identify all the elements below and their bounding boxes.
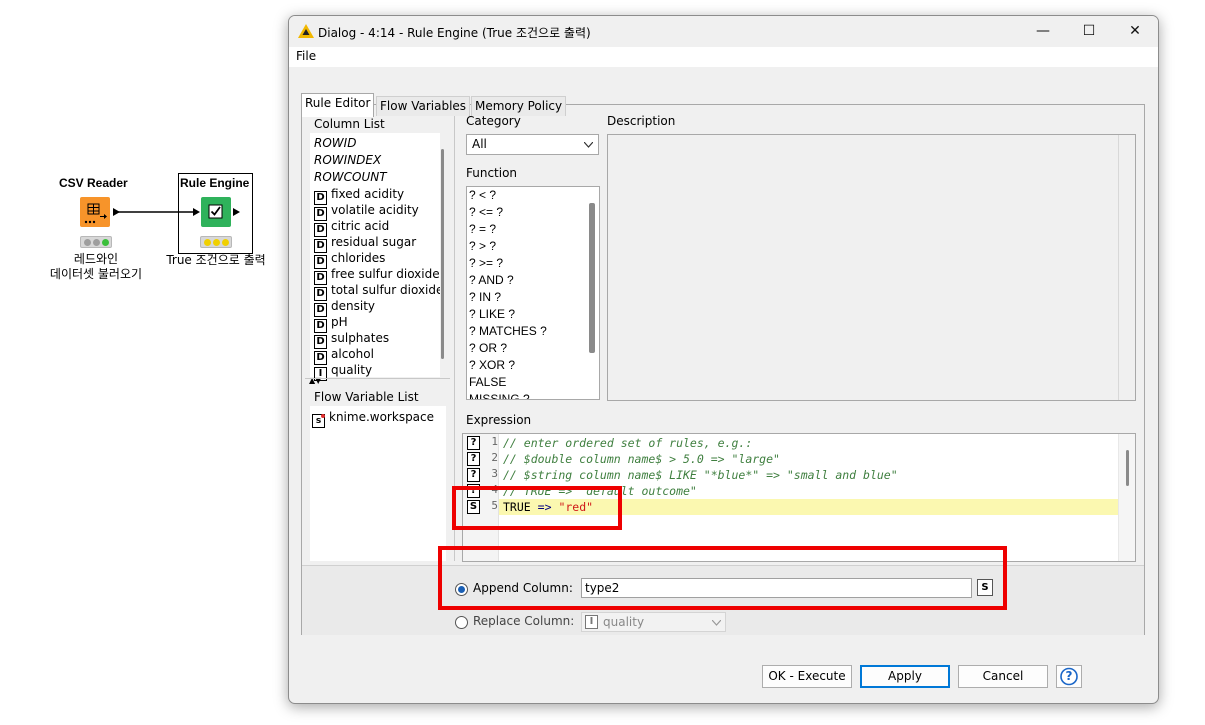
tab-memory-policy[interactable]: Memory Policy xyxy=(471,96,567,116)
question-rule-icon: ? xyxy=(467,452,480,466)
csv-reader-status-lights xyxy=(80,236,112,248)
function-item[interactable]: ? OR ? xyxy=(469,340,507,357)
code-comment: // enter ordered set of rules, e.g.: xyxy=(503,436,753,450)
function-item[interactable]: ? > ? xyxy=(469,238,496,255)
title-bar[interactable]: Dialog - 4:14 - Rule Engine (True 조건으로 출… xyxy=(289,16,1158,47)
rule-engine-output-port[interactable] xyxy=(233,208,240,216)
maximize-button[interactable]: ☐ xyxy=(1066,16,1112,47)
code-line[interactable]: // $double column name$ > 5.0 => "large" xyxy=(503,451,780,467)
checkbox-rule-icon xyxy=(208,204,223,219)
description-area xyxy=(607,134,1136,401)
list-item-rowindex[interactable]: ROWINDEX xyxy=(314,152,381,168)
menu-file[interactable]: File xyxy=(296,49,316,63)
code-line[interactable]: // enter ordered set of rules, e.g.: xyxy=(503,435,752,451)
question-rule-icon: ? xyxy=(467,468,480,482)
flow-variable-list[interactable]: s knime.workspace xyxy=(310,406,446,561)
column-item[interactable]: Ddensity xyxy=(314,298,375,317)
column-item[interactable]: Dchlorides xyxy=(314,250,385,269)
function-list[interactable]: ? < ?? <= ?? = ?? > ?? >= ?? AND ?? IN ?… xyxy=(466,186,600,400)
function-item[interactable]: ? < ? xyxy=(469,187,496,204)
function-list-scroll-thumb[interactable] xyxy=(589,203,595,353)
column-item[interactable]: DpH xyxy=(314,314,348,333)
flow-variable-list-label: Flow Variable List xyxy=(314,390,419,404)
close-button[interactable]: ✕ xyxy=(1112,16,1158,47)
csv-reader-node[interactable] xyxy=(80,197,110,227)
replace-column-label: Replace Column: xyxy=(473,614,575,628)
function-item[interactable]: FALSE xyxy=(469,374,506,391)
function-item[interactable]: MISSING ? xyxy=(469,391,530,399)
replace-column-radio[interactable] xyxy=(455,616,468,629)
desktop: CSV Reader 레드와인 데이터셋 불러오기 Rule Engine Tr… xyxy=(0,0,1205,725)
column-item[interactable]: Dsulphates xyxy=(314,330,389,349)
rule-engine-status-lights xyxy=(200,236,232,248)
column-item[interactable]: Iquality xyxy=(314,362,372,381)
code-line[interactable]: // $string column name$ LIKE "*blue*" =>… xyxy=(503,467,898,483)
function-item[interactable]: ? AND ? xyxy=(469,272,514,289)
rule-engine-label[interactable]: True 조건으로 출력 xyxy=(158,253,274,268)
cancel-button[interactable]: Cancel xyxy=(958,665,1048,688)
annotation-box-rule xyxy=(452,486,622,530)
apply-button[interactable]: Apply xyxy=(860,665,950,688)
annotation-box-append-column xyxy=(438,546,1007,610)
code-comment: // $string column name$ LIKE "*blue*" =>… xyxy=(503,468,898,482)
category-select[interactable]: All xyxy=(466,134,599,155)
column-item[interactable]: Dtotal sulfur dioxide xyxy=(314,282,443,301)
line-number: 1 xyxy=(491,435,498,448)
code-comment: // $double column name$ > 5.0 => "large" xyxy=(503,452,780,466)
rule-engine-node[interactable] xyxy=(201,197,231,227)
chevron-down-icon xyxy=(584,142,593,148)
function-label: Function xyxy=(466,166,518,180)
description-label: Description xyxy=(607,114,676,128)
string-flow-variable-icon: s xyxy=(312,414,325,428)
column-item[interactable]: Dvolatile acidity xyxy=(314,202,419,221)
expression-label: Expression xyxy=(466,413,532,427)
tab-rule-editor[interactable]: Rule Editor xyxy=(301,93,375,117)
column-item[interactable]: Dalcohol xyxy=(314,346,374,365)
column-item[interactable]: Dcitric acid xyxy=(314,218,389,237)
function-item[interactable]: ? LIKE ? xyxy=(469,306,515,323)
csv-reader-label[interactable]: 레드와인 데이터셋 불러오기 xyxy=(40,252,152,282)
rule-engine-dialog: Dialog - 4:14 - Rule Engine (True 조건으로 출… xyxy=(288,15,1159,704)
function-list-scrollbar[interactable] xyxy=(587,187,599,399)
function-item[interactable]: ? <= ? xyxy=(469,204,503,221)
integer-type-icon: I xyxy=(585,615,598,629)
function-item[interactable]: ? >= ? xyxy=(469,255,503,272)
dialog-title: Dialog - 4:14 - Rule Engine (True 조건으로 출… xyxy=(318,26,591,40)
replace-column-select[interactable]: I quality xyxy=(581,612,726,632)
category-label: Category xyxy=(466,114,521,128)
editor-scroll-thumb[interactable] xyxy=(1126,450,1129,486)
tab-flow-variables[interactable]: Flow Variables xyxy=(376,96,471,116)
column-list[interactable]: ROWID ROWINDEX ROWCOUNT Dfixed acidity Dv… xyxy=(310,133,445,381)
editor-scrollbar[interactable] xyxy=(1118,434,1135,561)
ok-execute-button[interactable]: OK - Execute xyxy=(762,665,852,688)
menu-bar: File xyxy=(289,47,1158,67)
list-item-rowcount[interactable]: ROWCOUNT xyxy=(314,169,387,185)
column-list-label: Column List xyxy=(314,117,385,131)
column-item[interactable]: Dresidual sugar xyxy=(314,234,416,253)
function-item[interactable]: ? = ? xyxy=(469,221,496,238)
list-item-rowid[interactable]: ROWID xyxy=(314,135,356,151)
minimize-button[interactable]: — xyxy=(1020,16,1066,47)
column-list-section: Column List ROWID ROWINDEX ROWCOUNT Dfix… xyxy=(305,108,450,385)
line-number: 2 xyxy=(491,451,498,464)
table-icon xyxy=(84,203,107,224)
function-item[interactable]: ? IN ? xyxy=(469,289,501,306)
rule-engine-title: Rule Engine xyxy=(180,176,250,190)
column-item[interactable]: Dfree sulfur dioxide xyxy=(314,266,440,285)
csv-reader-title: CSV Reader xyxy=(59,176,128,190)
function-item[interactable]: ? XOR ? xyxy=(469,357,515,374)
question-rule-icon: ? xyxy=(467,436,480,450)
chevron-down-icon xyxy=(712,620,721,626)
column-item[interactable]: Dfixed acidity xyxy=(314,186,404,205)
function-item[interactable]: ? MATCHES ? xyxy=(469,323,547,340)
list-item-flow-variable[interactable]: s knime.workspace xyxy=(312,409,434,428)
column-list-scrollbar[interactable] xyxy=(440,133,445,377)
flow-variable-section: Flow Variable List s knime.workspace xyxy=(305,378,450,561)
column-list-scroll-thumb[interactable] xyxy=(441,149,444,359)
help-button[interactable]: ? xyxy=(1056,665,1082,688)
knime-logo-icon xyxy=(298,24,314,38)
line-number: 3 xyxy=(491,467,498,480)
rule-engine-input-port[interactable] xyxy=(193,208,200,216)
